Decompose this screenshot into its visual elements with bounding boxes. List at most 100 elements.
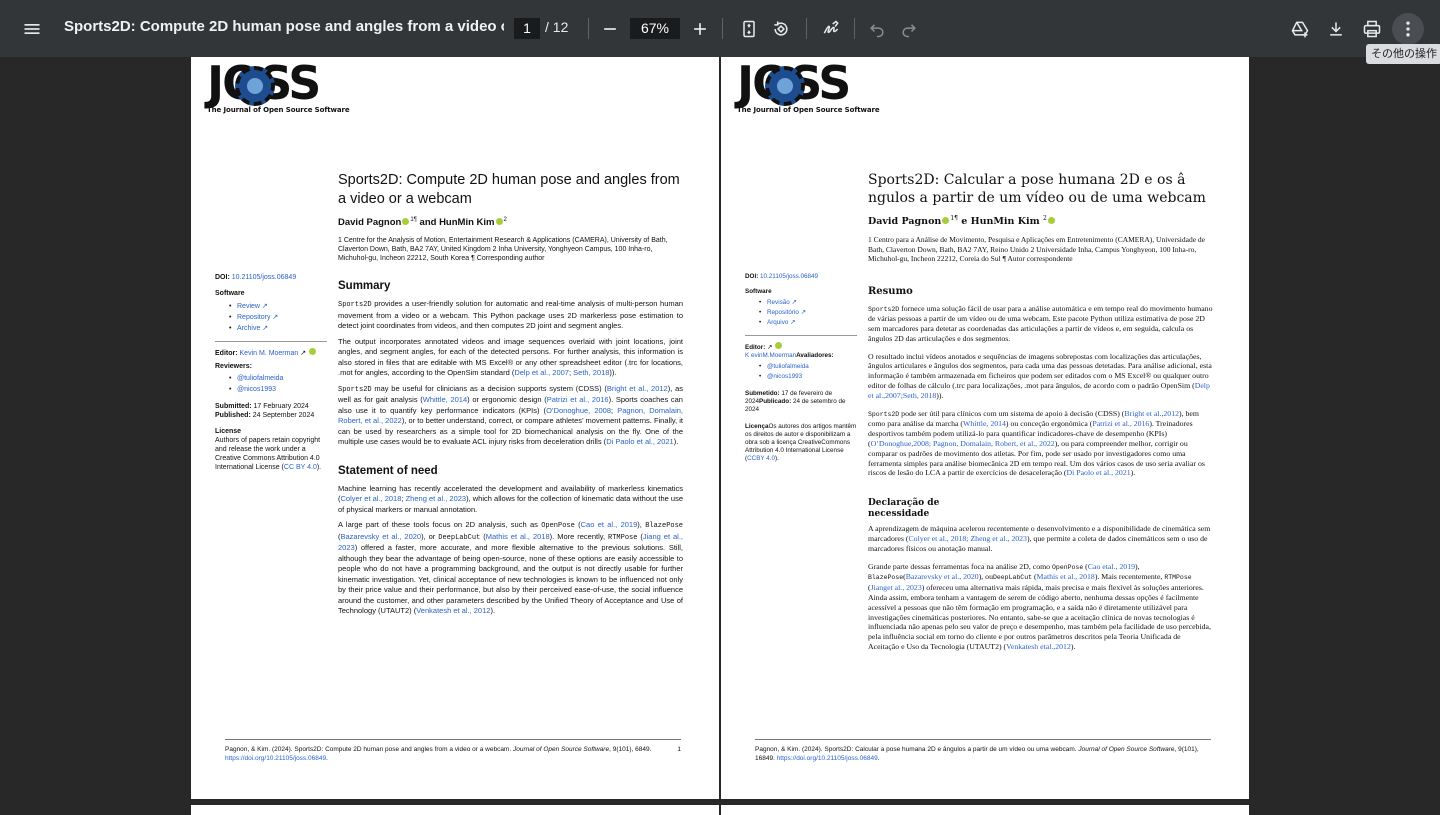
doi-footer-link[interactable]: https://doi.org/10.21105/joss.06849 bbox=[777, 755, 878, 762]
divider bbox=[745, 335, 857, 336]
doi-label: DOI: bbox=[745, 273, 759, 280]
summary-paragraph: O resultado inclui vídeos anotados e seq… bbox=[868, 351, 1212, 400]
logo-subtitle: The Journal of Open Source Software bbox=[737, 106, 880, 114]
editor-label: Editor: bbox=[745, 344, 766, 351]
doi-link[interactable]: 10.21105/joss.06849 bbox=[232, 274, 296, 281]
save-to-drive-icon[interactable] bbox=[1284, 13, 1316, 45]
published-label: Publicado: bbox=[759, 398, 792, 405]
editor-link[interactable]: K evinM.Moerman bbox=[745, 352, 796, 359]
reviewers-label: Avaliadores: bbox=[796, 352, 834, 359]
article-title: Sports2D: Calcular a pose humana 2D e os… bbox=[868, 172, 1206, 206]
editor-link[interactable]: Kevin M. Moerman bbox=[240, 350, 299, 357]
toolbar-divider bbox=[806, 18, 807, 39]
summary-heading: Summary bbox=[338, 280, 391, 292]
menu-icon[interactable] bbox=[16, 13, 48, 45]
statement-paragraph: Grande parte dessas ferramentas foca na … bbox=[868, 561, 1211, 652]
license-label: Licença bbox=[745, 423, 769, 430]
page-footer: Pagnon, & Kim. (2024). Sports2D: Calcula… bbox=[755, 739, 1211, 763]
authors: David Pagnon 1¶ e HunMin Kim 2 bbox=[868, 215, 1213, 227]
more-actions-icon[interactable] bbox=[1392, 13, 1424, 45]
gear-icon bbox=[235, 66, 275, 106]
article-title: Sports2D: Compute 2D human pose and angl… bbox=[338, 172, 680, 207]
statement-heading: Declaração de necessidade bbox=[868, 498, 940, 520]
pdf-page-2: JOSS The Journal of Open Source Software… bbox=[721, 57, 1249, 799]
archive-link[interactable]: Arquivo ↗ bbox=[759, 319, 861, 327]
doi-footer-link[interactable]: https://doi.org/10.21105/joss.06849 bbox=[225, 755, 326, 762]
summary-paragraph: Sports2D provides a user-friendly soluti… bbox=[338, 299, 683, 330]
archive-link[interactable]: Archive ↗ bbox=[229, 324, 331, 333]
zoom-level-input[interactable]: 67% bbox=[630, 18, 680, 39]
page-number-input[interactable]: 1 bbox=[514, 18, 540, 39]
submitted-label: Submetido: bbox=[745, 390, 780, 397]
submitted-label: Submitted: bbox=[215, 403, 252, 410]
zoom-out-button[interactable] bbox=[594, 13, 626, 45]
article-main: Sports2D: Calcular a pose humana 2D e os… bbox=[868, 171, 1213, 657]
next-page-edge bbox=[721, 805, 1249, 815]
undo-icon[interactable] bbox=[861, 13, 893, 45]
pdf-toolbar: Sports2D: Compute 2D human pose and angl… bbox=[0, 0, 1440, 57]
fit-to-page-icon[interactable] bbox=[733, 13, 765, 45]
statement-paragraph: Machine learning has recently accelerate… bbox=[338, 483, 683, 514]
print-icon[interactable] bbox=[1356, 13, 1388, 45]
page-total: / 12 bbox=[545, 19, 569, 35]
toolbar-divider bbox=[588, 18, 589, 39]
orcid-icon bbox=[942, 217, 950, 224]
software-label: Software bbox=[745, 288, 772, 295]
affiliations: 1 Centro para a Análise de Movimento, Pe… bbox=[868, 235, 1205, 263]
summary-paragraph: Sports2D may be useful for clinicians as… bbox=[338, 383, 683, 447]
repository-link[interactable]: Repositório ↗ bbox=[759, 309, 861, 317]
logo-subtitle: The Journal of Open Source Software bbox=[207, 106, 350, 114]
divider bbox=[215, 341, 327, 342]
page-number: 1 bbox=[677, 746, 681, 753]
orcid-icon bbox=[495, 218, 503, 225]
summary-heading: Resumo bbox=[868, 285, 913, 297]
page-footer: Pagnon, & Kim. (2024). Sports2D: Compute… bbox=[225, 739, 681, 763]
orcid-icon bbox=[402, 218, 410, 225]
reviewer-link[interactable]: @nicos1993 bbox=[759, 373, 861, 381]
next-page-edge bbox=[191, 805, 719, 815]
license-link[interactable]: CC BY 4.0 bbox=[284, 464, 317, 471]
authors: David Pagnon 1¶ and HunMin Kim 2 bbox=[338, 217, 507, 228]
document-title: Sports2D: Compute 2D human pose and angl… bbox=[64, 18, 504, 35]
summary-paragraph: Sports2D pode ser útil para clínicos com… bbox=[868, 408, 1205, 478]
tooltip: その他の操作 bbox=[1366, 44, 1440, 64]
statement-paragraph: A large part of these tools focus on 2D … bbox=[338, 520, 683, 615]
orcid-icon bbox=[775, 342, 783, 349]
reviewers-label: Reviewers: bbox=[215, 363, 252, 370]
summary-paragraph: The output incorporates annotated videos… bbox=[338, 336, 683, 378]
joss-logo: JOSS The Journal of Open Source Software bbox=[207, 57, 350, 117]
published-label: Published: bbox=[215, 412, 251, 419]
affiliations: 1 Centre for the Analysis of Motion, Ent… bbox=[338, 237, 668, 262]
review-link[interactable]: Revisão ↗ bbox=[759, 299, 861, 307]
review-link[interactable]: Review ↗ bbox=[229, 302, 331, 311]
doi-link[interactable]: 10.21105/joss.06849 bbox=[760, 273, 818, 280]
reviewer-link[interactable]: @nicos1993 bbox=[229, 385, 331, 394]
orcid-icon bbox=[309, 348, 317, 355]
statement-paragraph: A aprendizagem de máquina acelerou recen… bbox=[868, 524, 1211, 553]
article-main: Sports2D: Compute 2D human pose and angl… bbox=[338, 171, 683, 622]
summary-paragraph: Sports2D fornece uma solução fácil de us… bbox=[868, 303, 1213, 343]
reviewer-link[interactable]: @tuliofalmeida bbox=[229, 374, 331, 383]
zoom-in-button[interactable] bbox=[684, 13, 716, 45]
gear-icon bbox=[765, 66, 805, 106]
doi-label: DOI: bbox=[215, 274, 230, 281]
submitted-date: 17 February 2024 bbox=[253, 403, 309, 410]
repository-link[interactable]: Repository ↗ bbox=[229, 313, 331, 322]
download-icon[interactable] bbox=[1320, 13, 1352, 45]
annotate-pen-icon[interactable] bbox=[815, 13, 847, 45]
sidebar: DOI: 10.21105/joss.06849 Software Review… bbox=[215, 273, 331, 472]
published-date: 24 September 2024 bbox=[252, 412, 315, 419]
license-label: License bbox=[215, 428, 242, 435]
toolbar-divider bbox=[854, 18, 855, 39]
license-link[interactable]: CCBY 4.0 bbox=[747, 455, 775, 462]
pdf-page-1: JOSS The Journal of Open Source Software… bbox=[191, 57, 719, 799]
rotate-icon[interactable] bbox=[765, 13, 797, 45]
orcid-icon bbox=[1047, 217, 1055, 224]
software-label: Software bbox=[215, 290, 245, 297]
sidebar: DOI: 10.21105/joss.06849 Software Revisã… bbox=[745, 273, 861, 463]
editor-label: Editor: bbox=[215, 350, 238, 357]
statement-heading: Statement of need bbox=[338, 464, 438, 477]
reviewer-link[interactable]: @tuliofalmeida bbox=[759, 363, 861, 371]
toolbar-divider bbox=[722, 18, 723, 39]
redo-icon[interactable] bbox=[893, 13, 925, 45]
